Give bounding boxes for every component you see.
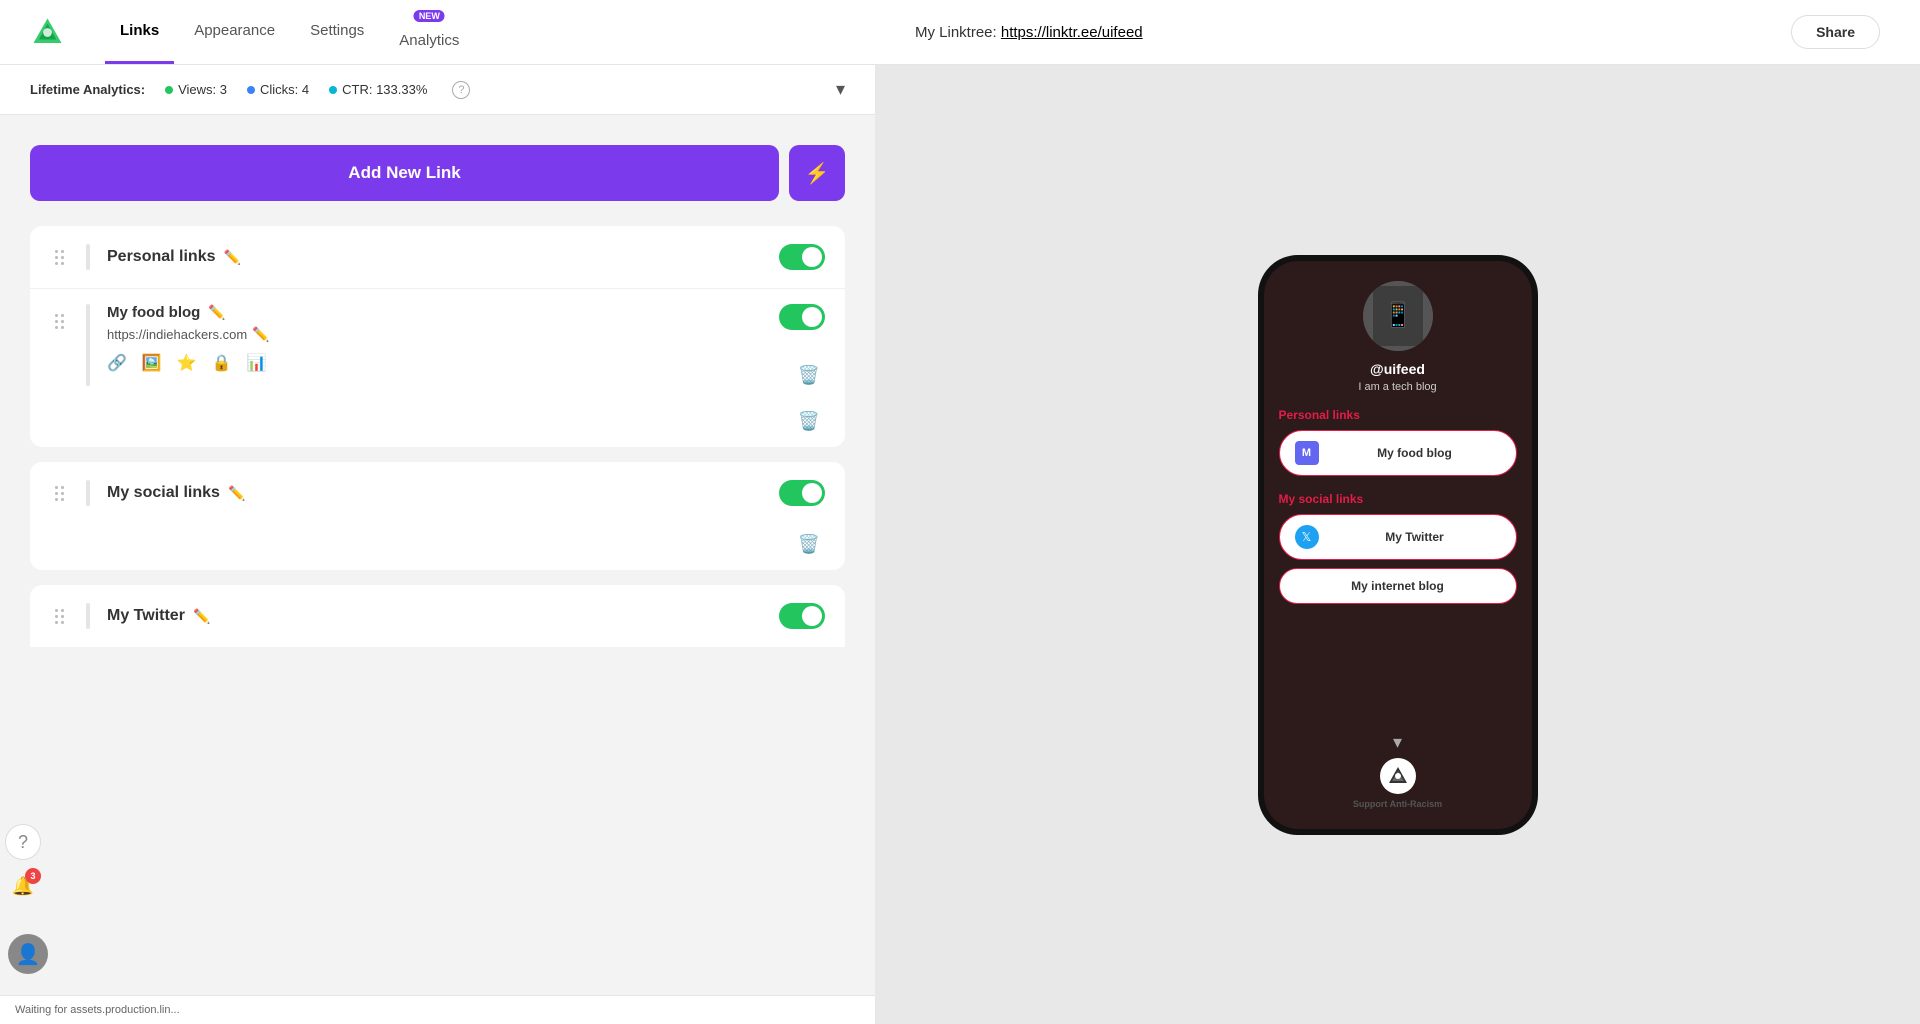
link-icon-2[interactable]: 🖼️ [142, 353, 162, 373]
analytics-label: Lifetime Analytics: [30, 82, 145, 97]
phone-profile-avatar: 📱 [1363, 281, 1433, 351]
phone-bio: I am a tech blog [1358, 381, 1436, 393]
phone-section-social: My social links [1279, 492, 1364, 506]
link-icon-4[interactable]: 🔒 [212, 353, 232, 373]
phone-internet-blog-label: My internet blog [1295, 579, 1501, 593]
tab-analytics[interactable]: NEW Analytics [384, 0, 474, 64]
main-header: Links Appearance Settings NEW Analytics [0, 0, 875, 65]
tab-settings[interactable]: Settings [295, 0, 379, 64]
phone-frame: 📱 @uifeed I am a tech blog Personal link… [1258, 255, 1538, 835]
tab-appearance[interactable]: Appearance [179, 0, 290, 64]
twitter-toggle[interactable] [779, 603, 825, 629]
food-blog-url: https://indiehackers.com ✏️ [107, 326, 767, 343]
views-dot [165, 86, 173, 94]
svg-text:📱: 📱 [1383, 301, 1413, 329]
drag-handle-twitter[interactable] [50, 604, 69, 629]
anti-racism-icon[interactable] [1380, 758, 1416, 794]
main-content: Add New Link ⚡ Personal links ✏️ [0, 115, 875, 1024]
social-links-header: My social links ✏️ [30, 462, 845, 524]
nav-tabs: Links Appearance Settings NEW Analytics [105, 0, 474, 64]
analytics-chevron[interactable]: ▾ [836, 79, 845, 100]
food-blog-title: My food blog [107, 304, 200, 321]
tab-links[interactable]: Links [105, 0, 174, 64]
social-links-title: My social links ✏️ [107, 484, 767, 502]
linktree-url-label: My Linktree: https://linktr.ee/uifeed [915, 24, 1143, 41]
edit-url-icon[interactable]: ✏️ [252, 326, 269, 343]
link-icon-5[interactable]: 📊 [247, 353, 267, 373]
phone-bottom-text: Support Anti-Racism [1353, 799, 1442, 809]
phone-food-blog-label: My food blog [1329, 446, 1501, 460]
drag-handle-personal[interactable] [50, 245, 69, 270]
personal-links-delete-icon[interactable]: 🗑️ [798, 411, 820, 432]
phone-section-personal: Personal links [1279, 408, 1360, 422]
user-avatar[interactable]: 👤 [8, 934, 48, 974]
food-blog-link-item: My food blog ✏️ https://indiehackers.com… [30, 288, 845, 401]
analytics-bar: Lifetime Analytics: Views: 3 Clicks: 4 C… [0, 65, 875, 115]
views-stat: Views: 3 [165, 82, 227, 97]
drag-handle-social[interactable] [50, 481, 69, 506]
wm-icon: M [1295, 441, 1319, 465]
share-button[interactable]: Share [1791, 15, 1880, 49]
add-link-button[interactable]: Add New Link [30, 145, 779, 201]
link-icon-1[interactable]: 🔗 [107, 353, 127, 373]
twitter-group: My Twitter ✏️ [30, 585, 845, 647]
help-icon[interactable]: ? [452, 81, 470, 99]
twitter-icon: 𝕏 [1295, 525, 1319, 549]
personal-links-footer: 🗑️ [30, 401, 845, 447]
new-badge: NEW [414, 10, 445, 22]
chat-icon[interactable]: ? [5, 824, 41, 860]
lightning-button[interactable]: ⚡ [789, 145, 845, 201]
twitter-group-title: My Twitter ✏️ [107, 607, 767, 625]
edit-personal-title-icon[interactable]: ✏️ [224, 249, 241, 266]
phone-internet-blog-btn[interactable]: My internet blog [1279, 568, 1517, 604]
edit-twitter-title-icon[interactable]: ✏️ [193, 608, 210, 625]
food-blog-delete-icon[interactable]: 🗑️ [798, 365, 820, 386]
twitter-group-header: My Twitter ✏️ [30, 585, 845, 647]
phone-bottom-section: ▾ Support Anti-Racism [1279, 717, 1517, 809]
social-links-delete-icon[interactable]: 🗑️ [798, 534, 820, 555]
social-links-footer: 🗑️ [30, 524, 845, 570]
phone-chevron-down: ▾ [1393, 732, 1402, 753]
lightning-icon: ⚡ [805, 161, 830, 186]
ctr-dot [329, 86, 337, 94]
phone-preview-area: 📱 @uifeed I am a tech blog Personal link… [875, 65, 1920, 1024]
ctr-stat: CTR: 133.33% [329, 82, 427, 97]
bell-icon[interactable]: 🔔 3 [5, 868, 41, 904]
edit-food-blog-icon[interactable]: ✏️ [208, 304, 225, 321]
linktree-url-link[interactable]: https://linktr.ee/uifeed [1001, 24, 1143, 41]
logo-icon[interactable] [30, 15, 65, 50]
link-actions: 🔗 🖼️ ⭐ 🔒 📊 [107, 353, 767, 373]
phone-twitter-label: My Twitter [1329, 530, 1501, 544]
sidebar-icons: ? 🔔 3 [5, 824, 41, 904]
clicks-dot [247, 86, 255, 94]
personal-links-header: Personal links ✏️ [30, 226, 845, 288]
add-link-row: Add New Link ⚡ [30, 145, 845, 201]
phone-screen: 📱 @uifeed I am a tech blog Personal link… [1264, 261, 1532, 829]
status-bar: Waiting for assets.production.lin... [0, 995, 875, 1024]
link-icon-3[interactable]: ⭐ [177, 353, 197, 373]
notification-badge: 3 [25, 868, 41, 884]
phone-username: @uifeed [1370, 361, 1425, 377]
toggle-knob [802, 247, 822, 267]
personal-links-group: Personal links ✏️ [30, 226, 845, 447]
social-links-group: My social links ✏️ 🗑️ [30, 462, 845, 570]
personal-links-title: Personal links ✏️ [107, 248, 767, 266]
right-header: My Linktree: https://linktr.ee/uifeed Sh… [875, 0, 1920, 65]
edit-social-title-icon[interactable]: ✏️ [228, 485, 245, 502]
social-links-toggle[interactable] [779, 480, 825, 506]
right-panel: My Linktree: https://linktr.ee/uifeed Sh… [875, 0, 1920, 1024]
phone-food-blog-btn[interactable]: M My food blog [1279, 430, 1517, 476]
clicks-stat: Clicks: 4 [247, 82, 309, 97]
phone-twitter-btn[interactable]: 𝕏 My Twitter [1279, 514, 1517, 560]
drag-handle-food-blog[interactable] [50, 309, 69, 334]
personal-links-toggle[interactable] [779, 244, 825, 270]
food-blog-toggle[interactable] [779, 304, 825, 330]
